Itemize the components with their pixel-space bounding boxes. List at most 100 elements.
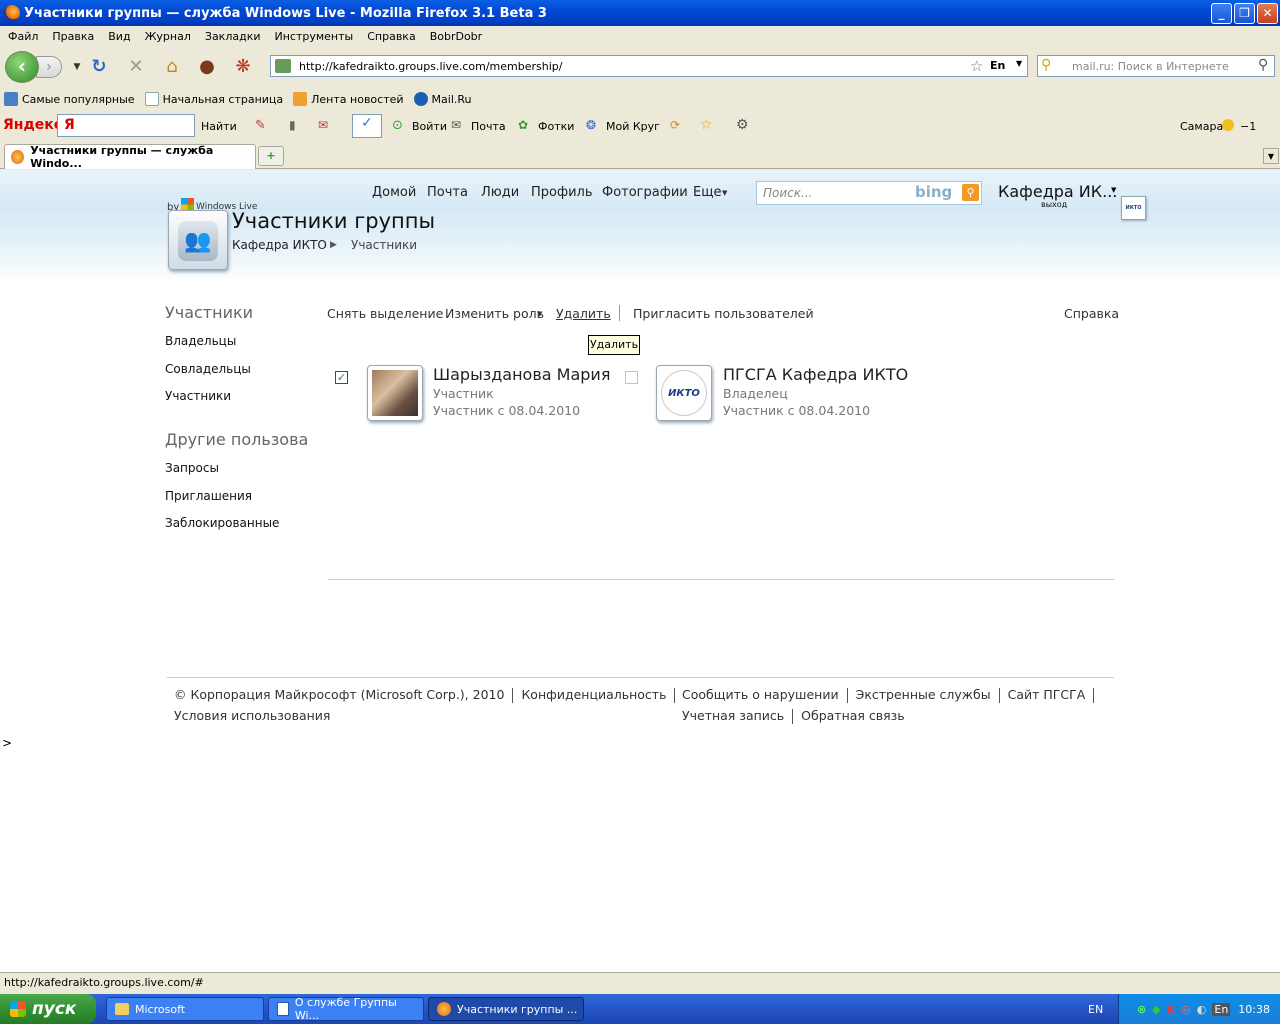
- tab-active[interactable]: Участники группы — служба Windo...: [4, 144, 256, 170]
- bookmark-start-page[interactable]: Начальная страница: [144, 92, 283, 106]
- report-link[interactable]: Сообщить о нарушении: [682, 687, 839, 702]
- nav-mail[interactable]: Почта: [427, 185, 468, 200]
- help-link[interactable]: Справка: [1064, 306, 1119, 321]
- tray-antivirus-icon[interactable]: K: [1167, 1003, 1176, 1016]
- user-menu-dropdown-icon[interactable]: ▼: [1111, 186, 1116, 194]
- taskbar-item-word[interactable]: О службе Группы Wi...: [268, 996, 424, 1022]
- yandex-circle-button[interactable]: Мой Круг: [606, 120, 660, 133]
- pencil-icon[interactable]: ✎: [255, 118, 266, 133]
- member-checkbox-unchecked[interactable]: [625, 371, 638, 384]
- privacy-link[interactable]: Конфиденциальность: [521, 687, 666, 702]
- sidebar-item-members[interactable]: Участники: [165, 389, 231, 403]
- minimize-button[interactable]: _: [1211, 3, 1232, 24]
- tab-favicon-icon: [11, 150, 25, 164]
- history-dropdown-icon[interactable]: ▼: [66, 56, 88, 78]
- maximize-button[interactable]: ❐: [1234, 3, 1255, 24]
- bookmark-star-icon[interactable]: ☆: [970, 57, 983, 75]
- account-link[interactable]: Учетная запись: [682, 708, 784, 723]
- forward-button[interactable]: ›: [36, 56, 62, 78]
- yandex-mail-button[interactable]: Почта: [471, 120, 506, 133]
- user-avatar[interactable]: ИКТО: [1121, 196, 1146, 220]
- home-icon[interactable]: ⌂: [161, 56, 183, 78]
- nav-home[interactable]: Домой: [372, 185, 416, 200]
- reload-icon[interactable]: ↻: [88, 56, 110, 78]
- chat-icon[interactable]: ✉: [318, 118, 328, 132]
- member-name[interactable]: Шарызданова Мария: [433, 365, 610, 384]
- change-role-dropdown-icon[interactable]: ▼: [537, 310, 542, 318]
- sidebar-item-invitations[interactable]: Приглашения: [165, 489, 252, 503]
- member-avatar[interactable]: [367, 365, 423, 421]
- nav-more[interactable]: Еще: [693, 185, 721, 200]
- windows-logo-icon: [10, 1001, 26, 1017]
- menu-view[interactable]: Вид: [108, 30, 130, 43]
- logout-link[interactable]: выход: [1041, 200, 1067, 209]
- menu-tools[interactable]: Инструменты: [275, 30, 354, 43]
- yandex-logo[interactable]: Яндекс: [3, 117, 62, 133]
- address-bar[interactable]: http://kafedraikto.groups.live.com/membe…: [270, 55, 1028, 77]
- close-button[interactable]: ✕: [1257, 3, 1278, 24]
- member-avatar[interactable]: ИКТО: [656, 365, 712, 421]
- sidebar-item-requests[interactable]: Запросы: [165, 461, 219, 475]
- invite-users-button[interactable]: Пригласить пользователей: [633, 306, 814, 321]
- feedback-link[interactable]: Обратная связь: [801, 708, 905, 723]
- tray-network-icon[interactable]: ⊗: [1137, 1003, 1146, 1016]
- terms-link[interactable]: Условия использования: [174, 708, 330, 723]
- yandex-search-input[interactable]: Я: [57, 114, 195, 137]
- yandex-login-button[interactable]: Войти: [412, 120, 447, 133]
- tray-language[interactable]: En: [1212, 1002, 1231, 1016]
- deselect-button[interactable]: Снять выделение: [327, 306, 443, 321]
- tray-shield-icon[interactable]: ◆: [1152, 1003, 1160, 1016]
- web-search-input[interactable]: mail.ru: Поиск в Интернете: [1037, 55, 1275, 77]
- search-go-icon[interactable]: ⚲: [1258, 57, 1268, 73]
- menu-history[interactable]: Журнал: [145, 30, 191, 43]
- tray-clock-sync-icon[interactable]: ◐: [1197, 1003, 1207, 1016]
- tab-list-dropdown-icon[interactable]: ▼: [1263, 148, 1279, 164]
- pgsga-site-link[interactable]: Сайт ПГСГА: [1008, 687, 1086, 702]
- beaver-icon[interactable]: ●: [196, 56, 218, 78]
- delete-button[interactable]: Удалить: [556, 306, 611, 321]
- sidebar-item-coowners[interactable]: Совладельцы: [165, 362, 251, 376]
- new-tab-button[interactable]: +: [258, 146, 284, 166]
- sidebar-item-owners[interactable]: Владельцы: [165, 334, 236, 348]
- back-button[interactable]: ‹: [5, 51, 39, 83]
- spellcheck-icon[interactable]: ✓: [352, 114, 382, 138]
- yandex-find-button[interactable]: Найти: [201, 120, 237, 133]
- keyboard-language[interactable]: EN: [1088, 1003, 1103, 1016]
- member-checkbox-checked[interactable]: ✓: [335, 371, 348, 384]
- emergency-link[interactable]: Экстренные службы: [856, 687, 991, 702]
- page-title: Участники группы: [232, 209, 436, 233]
- search-icon[interactable]: ⚲: [962, 184, 979, 201]
- menu-edit[interactable]: Правка: [52, 30, 94, 43]
- nav-more-dropdown-icon[interactable]: ▼: [722, 189, 727, 197]
- user-name[interactable]: Кафедра ИК...: [998, 182, 1117, 201]
- menu-bobrdobr[interactable]: BobrDobr: [430, 30, 483, 43]
- search-engine-icon[interactable]: ⚲: [1041, 57, 1051, 73]
- yandex-photos-button[interactable]: Фотки: [538, 120, 574, 133]
- tray-target-icon[interactable]: ◎: [1181, 1003, 1191, 1016]
- bookmark-most-visited[interactable]: Самые популярные: [4, 92, 135, 106]
- taskbar-item-firefox[interactable]: Участники группы ...: [428, 997, 584, 1021]
- bookmark-news-feed[interactable]: Лента новостей: [293, 92, 404, 106]
- nav-profile[interactable]: Профиль: [531, 185, 593, 200]
- start-button[interactable]: пуск: [0, 994, 96, 1024]
- url-dropdown-icon[interactable]: ▼: [1016, 59, 1022, 68]
- menu-file[interactable]: Файл: [8, 30, 38, 43]
- bookmark-mailru[interactable]: Mail.Ru: [413, 92, 472, 106]
- taskbar-item-explorer[interactable]: Microsoft: [106, 997, 264, 1021]
- sidebar-item-blocked[interactable]: Заблокированные: [165, 516, 279, 530]
- sync-icon[interactable]: ⟳: [670, 118, 680, 132]
- signal-icon[interactable]: ▮: [289, 118, 296, 132]
- member-name[interactable]: ПГСГА Кафедра ИКТО: [723, 365, 908, 384]
- change-role-button[interactable]: Изменить роль: [445, 306, 544, 321]
- nav-photos[interactable]: Фотографии: [602, 185, 688, 200]
- gear-icon[interactable]: ⚙: [736, 117, 749, 133]
- breadcrumb-group[interactable]: Кафедра ИКТО: [232, 238, 327, 252]
- menu-bookmarks[interactable]: Закладки: [205, 30, 261, 43]
- menu-help[interactable]: Справка: [367, 30, 415, 43]
- weather-city[interactable]: Самара: [1180, 120, 1223, 133]
- language-indicator: En: [990, 59, 1006, 72]
- stop-icon[interactable]: ✕: [125, 56, 147, 78]
- favorites-star-icon[interactable]: ☆: [700, 117, 713, 133]
- nav-people[interactable]: Люди: [481, 185, 519, 200]
- paw-icon[interactable]: ❋: [232, 56, 254, 78]
